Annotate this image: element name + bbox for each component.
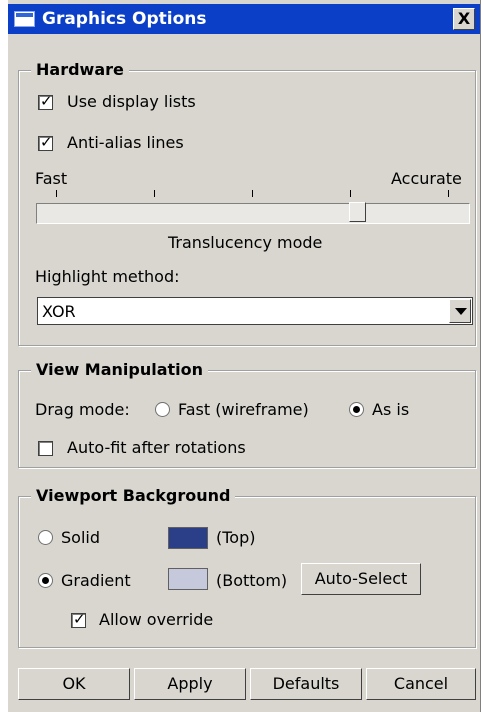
use-display-lists-label: Use display lists [67, 92, 196, 111]
auto-select-button[interactable]: Auto-Select [301, 563, 421, 595]
window-title: Graphics Options [42, 9, 207, 29]
drag-mode-label: Drag mode: [35, 400, 130, 419]
slider-tick [252, 190, 253, 197]
slider-tick [448, 190, 449, 197]
slider-tick [56, 190, 57, 197]
drag-mode-as-is-label: As is [372, 400, 410, 419]
checkmark-icon: ✓ [40, 92, 53, 110]
radio-dot-icon [353, 406, 360, 413]
top-color-swatch[interactable] [168, 527, 208, 549]
anti-alias-lines-checkbox[interactable]: ✓ [38, 133, 53, 151]
gradient-label: Gradient [61, 571, 131, 590]
ok-button[interactable]: OK [18, 668, 130, 700]
checkmark-icon: ✓ [73, 610, 86, 628]
hardware-group-title: Hardware [31, 60, 129, 80]
auto-fit-label: Auto-fit after rotations [67, 438, 246, 457]
allow-override-checkbox[interactable]: ✓ [71, 610, 86, 628]
use-display-lists-checkbox[interactable]: ✓ [38, 92, 53, 110]
translucency-slider-thumb[interactable] [349, 202, 366, 222]
chevron-down-icon[interactable] [449, 299, 471, 323]
title-bar[interactable]: Graphics Options X [8, 4, 480, 34]
top-swatch-label: (Top) [216, 528, 256, 547]
translucency-slider-track[interactable] [36, 203, 470, 224]
graphics-options-dialog: Graphics Options X Hardware ✓ Use displa… [7, 0, 481, 712]
translucency-caption: Translucency mode [168, 233, 323, 252]
radio-dot-icon [42, 577, 49, 584]
anti-alias-lines-label: Anti-alias lines [67, 133, 184, 152]
drag-mode-fast-label: Fast (wireframe) [178, 400, 309, 419]
auto-fit-checkbox[interactable] [38, 441, 53, 456]
close-button[interactable]: X [453, 8, 475, 30]
highlight-method-select[interactable]: XOR [37, 297, 473, 325]
slider-accurate-label: Accurate [391, 169, 462, 188]
checkmark-icon: ✓ [40, 133, 53, 151]
viewport-background-group-title: Viewport Background [31, 486, 236, 506]
highlight-method-label: Highlight method: [35, 267, 180, 286]
defaults-button[interactable]: Defaults [250, 668, 362, 700]
solid-label: Solid [61, 528, 100, 547]
window-icon [14, 11, 35, 27]
cancel-button[interactable]: Cancel [366, 668, 476, 700]
slider-tick [350, 190, 351, 197]
gradient-radio[interactable] [38, 573, 53, 588]
highlight-method-value: XOR [42, 302, 76, 321]
allow-override-label: Allow override [99, 610, 214, 629]
view-manipulation-group-title: View Manipulation [31, 360, 209, 380]
bottom-color-swatch[interactable] [168, 568, 208, 590]
drag-mode-fast-radio[interactable] [155, 402, 170, 417]
apply-button[interactable]: Apply [134, 668, 246, 700]
slider-tick [154, 190, 155, 197]
slider-fast-label: Fast [35, 169, 68, 188]
bottom-swatch-label: (Bottom) [216, 571, 288, 590]
drag-mode-as-is-radio[interactable] [349, 402, 364, 417]
solid-radio[interactable] [38, 530, 53, 545]
